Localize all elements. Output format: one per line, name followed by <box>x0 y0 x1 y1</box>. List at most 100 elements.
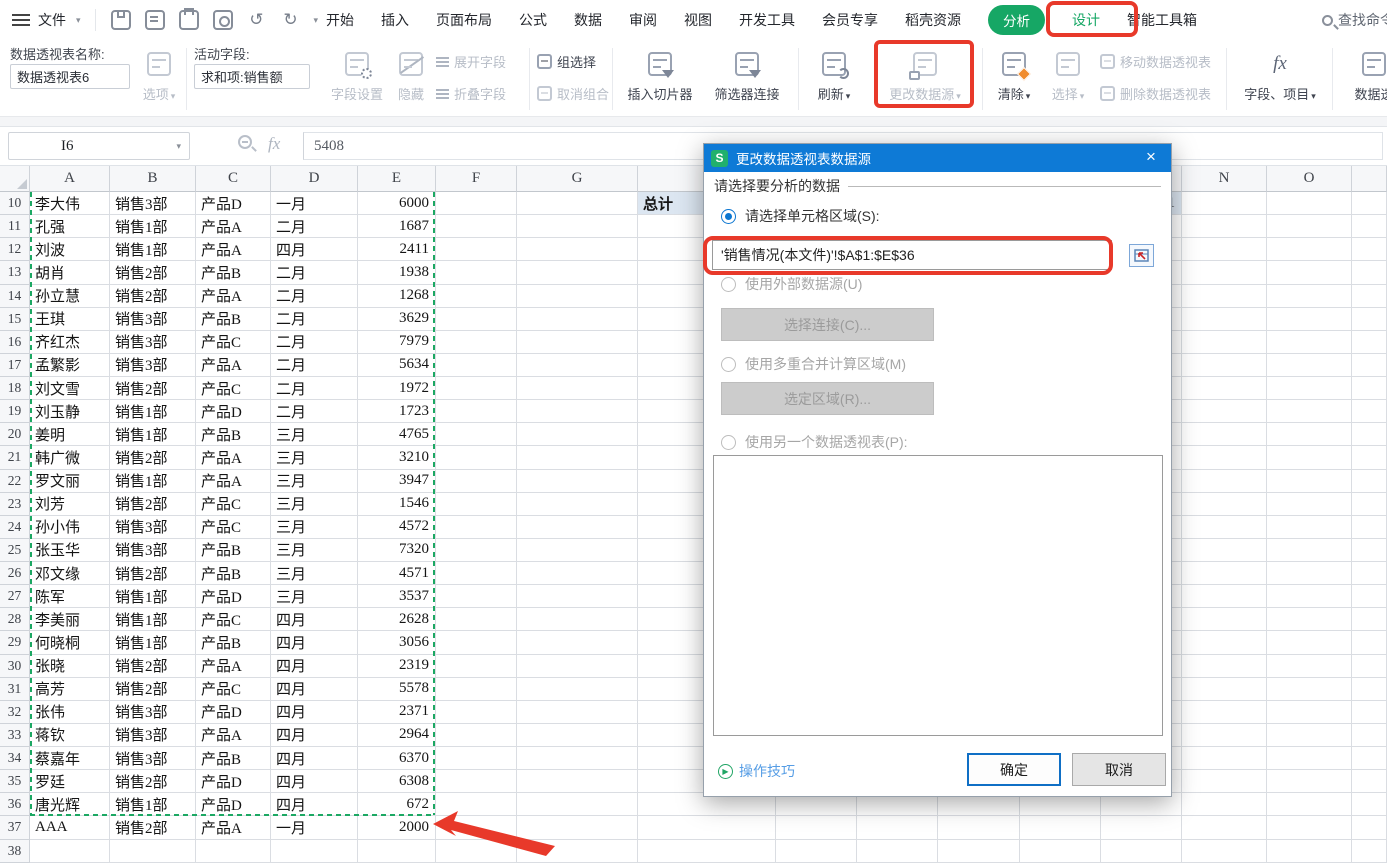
cell[interactable]: 销售2部 <box>110 562 196 585</box>
cell[interactable]: 齐红杰 <box>30 331 110 354</box>
active-field-input[interactable] <box>194 64 310 89</box>
cell[interactable]: 2628 <box>358 608 436 631</box>
cell[interactable]: 销售1部 <box>110 631 196 654</box>
range-input[interactable]: '销售情况(本文件)'!$A$1:$E$36 <box>712 240 1112 270</box>
cell[interactable]: 产品B <box>196 631 271 654</box>
cell[interactable] <box>517 516 638 539</box>
row-header-38[interactable]: 38 <box>0 840 30 863</box>
cell[interactable] <box>1182 400 1267 423</box>
close-icon[interactable]: × <box>1131 144 1171 172</box>
cell[interactable]: 产品C <box>196 377 271 400</box>
cell[interactable]: 韩广微 <box>30 446 110 469</box>
tab-docer[interactable]: 稻壳资源 <box>905 10 961 30</box>
tab-review[interactable]: 审阅 <box>629 10 657 30</box>
cell[interactable] <box>517 793 638 816</box>
cell[interactable] <box>1267 724 1352 747</box>
cell[interactable]: 销售3部 <box>110 516 196 539</box>
cell[interactable] <box>517 308 638 331</box>
clear-button[interactable]: 清除▾ <box>988 45 1040 103</box>
ok-button[interactable]: 确定 <box>967 753 1061 786</box>
cell[interactable] <box>1182 331 1267 354</box>
cell[interactable] <box>1352 377 1387 400</box>
cell[interactable]: 产品B <box>196 261 271 284</box>
cell[interactable] <box>1267 400 1352 423</box>
cell[interactable] <box>1267 585 1352 608</box>
cell[interactable] <box>517 770 638 793</box>
cell[interactable] <box>358 840 436 863</box>
cell[interactable]: 李美丽 <box>30 608 110 631</box>
cell[interactable]: 三月 <box>271 516 358 539</box>
cell[interactable]: 2000 <box>358 816 436 839</box>
cell[interactable] <box>436 470 517 493</box>
cell[interactable]: 销售2部 <box>110 655 196 678</box>
cell[interactable]: 高芳 <box>30 678 110 701</box>
cell[interactable]: 四月 <box>271 747 358 770</box>
cell[interactable]: 1687 <box>358 215 436 238</box>
cell[interactable] <box>436 261 517 284</box>
cell[interactable] <box>1352 539 1387 562</box>
cell[interactable] <box>1267 747 1352 770</box>
collapse-field-button[interactable]: 折叠字段 <box>436 84 506 103</box>
cell[interactable]: 销售2部 <box>110 285 196 308</box>
row-header-36[interactable]: 36 <box>0 793 30 816</box>
cell[interactable] <box>1352 678 1387 701</box>
cell[interactable]: 刘文雪 <box>30 377 110 400</box>
cell[interactable]: 销售3部 <box>110 354 196 377</box>
cell[interactable] <box>436 331 517 354</box>
cell[interactable]: 四月 <box>271 608 358 631</box>
cell[interactable]: 产品A <box>196 724 271 747</box>
column-header-N[interactable]: N <box>1182 166 1267 192</box>
cell[interactable]: 销售1部 <box>110 470 196 493</box>
tab-dev-tools[interactable]: 开发工具 <box>739 10 795 30</box>
print-icon[interactable] <box>179 10 199 30</box>
cell[interactable] <box>1267 308 1352 331</box>
cell[interactable] <box>436 215 517 238</box>
cell[interactable] <box>1267 470 1352 493</box>
cell[interactable] <box>196 840 271 863</box>
cell[interactable] <box>436 747 517 770</box>
cell[interactable]: 产品C <box>196 678 271 701</box>
cell[interactable]: 产品A <box>196 446 271 469</box>
cell[interactable] <box>1267 793 1352 816</box>
cell[interactable]: 6370 <box>358 747 436 770</box>
cell[interactable] <box>1352 516 1387 539</box>
cell[interactable]: 销售2部 <box>110 816 196 839</box>
row-header-17[interactable]: 17 <box>0 354 30 377</box>
cell[interactable] <box>1182 562 1267 585</box>
cell[interactable]: 销售1部 <box>110 608 196 631</box>
row-header-27[interactable]: 27 <box>0 585 30 608</box>
select-button[interactable]: 选择▾ <box>1042 45 1094 103</box>
cell[interactable] <box>1352 331 1387 354</box>
cell[interactable]: 孙小伟 <box>30 516 110 539</box>
cell[interactable]: 产品B <box>196 308 271 331</box>
cell[interactable] <box>857 840 938 863</box>
radio-icon[interactable] <box>721 357 736 372</box>
cell[interactable]: 产品A <box>196 285 271 308</box>
cell[interactable] <box>1182 608 1267 631</box>
tab-view[interactable]: 视图 <box>684 10 712 30</box>
cell[interactable] <box>517 238 638 261</box>
cell[interactable]: 7979 <box>358 331 436 354</box>
cell[interactable]: 销售3部 <box>110 724 196 747</box>
cell[interactable]: 1546 <box>358 493 436 516</box>
cell[interactable] <box>1182 747 1267 770</box>
cell[interactable]: 刘波 <box>30 238 110 261</box>
cell[interactable] <box>517 423 638 446</box>
expand-field-button[interactable]: 展开字段 <box>436 52 506 71</box>
cell[interactable]: 二月 <box>271 308 358 331</box>
row-header-24[interactable]: 24 <box>0 516 30 539</box>
column-header-O[interactable]: O <box>1267 166 1352 192</box>
cell[interactable] <box>1352 724 1387 747</box>
cell[interactable]: 销售1部 <box>110 400 196 423</box>
cell[interactable] <box>1182 308 1267 331</box>
cell[interactable]: 1723 <box>358 400 436 423</box>
cell[interactable] <box>517 701 638 724</box>
row-header-28[interactable]: 28 <box>0 608 30 631</box>
row-header-11[interactable]: 11 <box>0 215 30 238</box>
cell[interactable]: 产品C <box>196 516 271 539</box>
export-icon[interactable] <box>145 10 165 30</box>
cell[interactable] <box>436 354 517 377</box>
cell[interactable] <box>1182 377 1267 400</box>
cell[interactable]: 4571 <box>358 562 436 585</box>
cell[interactable] <box>1182 446 1267 469</box>
